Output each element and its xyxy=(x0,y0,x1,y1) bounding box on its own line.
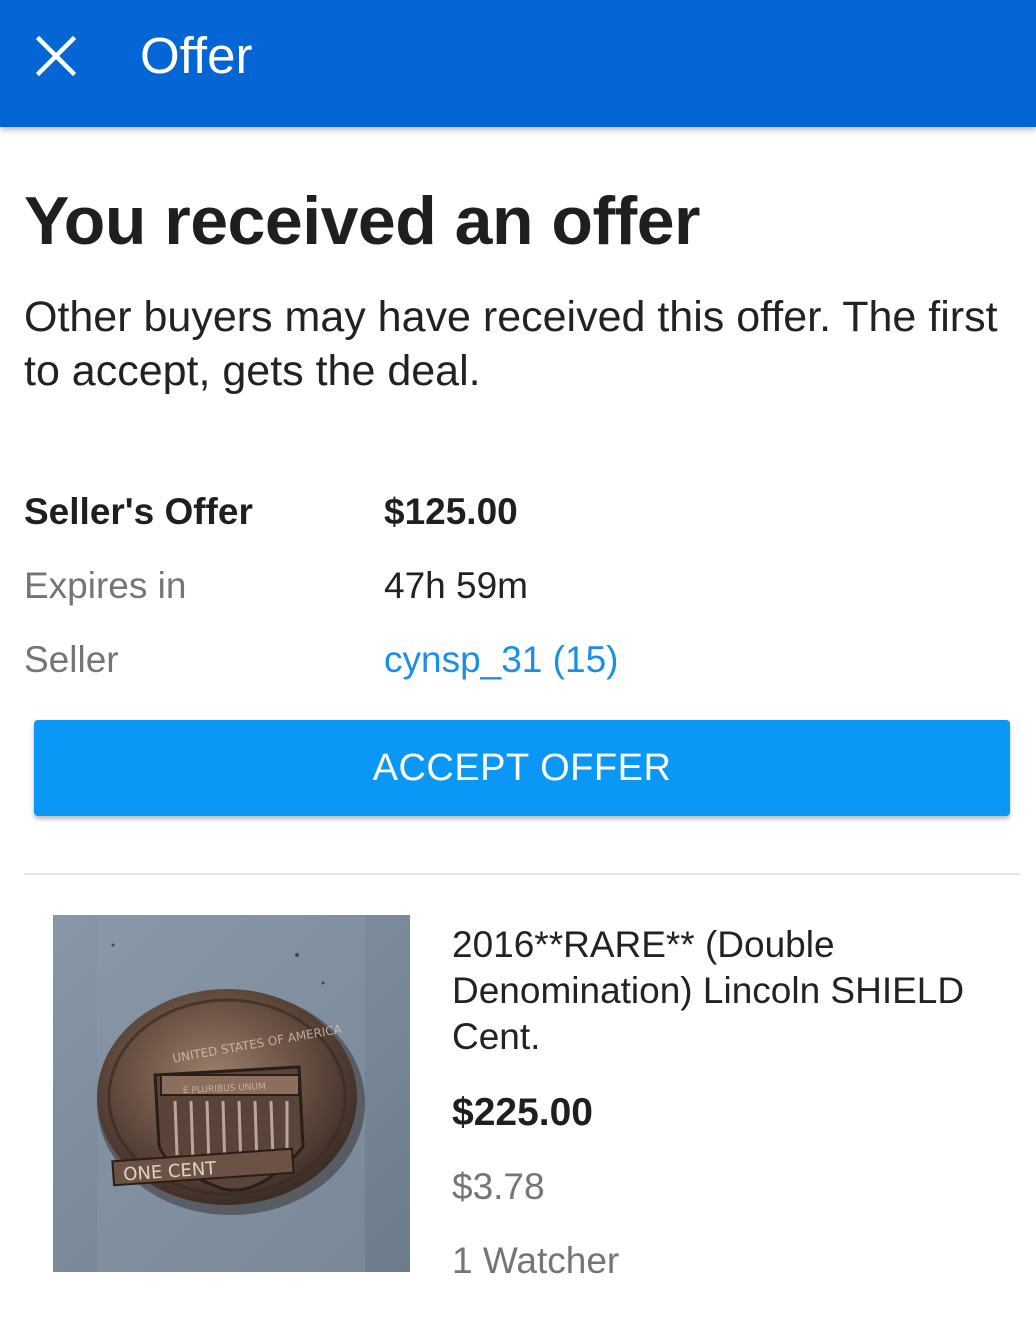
item-image[interactable]: ONE CENT UNITED STATES OF AMERICA E PLUR… xyxy=(53,915,410,1272)
page-title: You received an offer xyxy=(24,183,701,259)
seller-link[interactable]: cynsp_31 (15) xyxy=(384,637,618,683)
divider xyxy=(24,873,1020,875)
offer-description: Other buyers may have received this offe… xyxy=(24,293,998,395)
item-title[interactable]: 2016**RARE** (Double Denomination) Linco… xyxy=(452,922,1012,1060)
close-icon xyxy=(36,36,76,76)
app-bar: Offer xyxy=(0,0,1036,127)
item-price: $225.00 xyxy=(452,1091,593,1134)
item-shipping-cost: $3.78 xyxy=(452,1166,545,1207)
coin-photo: ONE CENT UNITED STATES OF AMERICA E PLUR… xyxy=(53,915,410,1272)
close-button[interactable] xyxy=(22,22,90,90)
expires-label: Expires in xyxy=(24,565,187,606)
expires-value: 47h 59m xyxy=(384,565,528,606)
sellers-offer-label: Seller's Offer xyxy=(24,491,253,532)
seller-label: Seller xyxy=(24,639,119,680)
item-watchers: 1 Watcher xyxy=(452,1240,620,1281)
accept-offer-label: ACCEPT OFFER xyxy=(372,746,672,789)
app-bar-title: Offer xyxy=(140,27,253,84)
accept-offer-button[interactable]: ACCEPT OFFER xyxy=(34,720,1010,816)
sellers-offer-value: $125.00 xyxy=(384,491,518,532)
